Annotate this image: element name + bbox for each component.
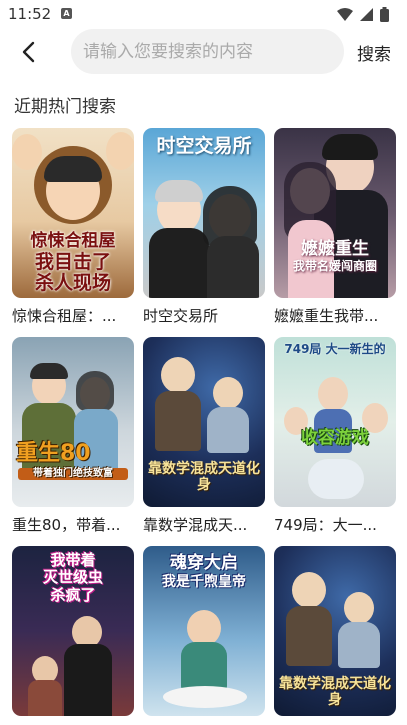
cover-title-line: 重生80 <box>16 441 91 466</box>
section-title: 近期热门搜索 <box>14 97 116 117</box>
book-cover[interactable]: 我带着 灭世级虫 杀疯了 <box>12 546 134 716</box>
book-title[interactable]: 嬷嬷重生我带... <box>274 305 396 326</box>
notification-icon: A <box>61 8 72 19</box>
chevron-left-icon <box>22 41 35 63</box>
book-card[interactable]: 我带着 灭世级虫 杀疯了 <box>12 546 134 723</box>
book-card[interactable]: 重生80 带着独门绝技致富 重生80，带着... <box>12 337 134 535</box>
book-cover[interactable]: 惊悚合租屋 我目击了 杀人现场 <box>12 128 134 298</box>
book-card[interactable]: 嬷嬷重生 我带名媛闯商圈 嬷嬷重生我带... <box>274 128 396 326</box>
signal-icon <box>360 8 373 21</box>
book-card[interactable]: 749局 大一新生的 收容游戏 749局：大一... <box>274 337 396 535</box>
cover-title-line: 我带着 <box>50 551 96 569</box>
book-title[interactable]: 惊悚合租屋：... <box>12 305 134 326</box>
cover-title-line: 我带名媛闯商圈 <box>292 258 377 273</box>
book-card[interactable]: 时空交易所 时空交易所 <box>143 128 265 326</box>
book-cover[interactable]: 749局 大一新生的 收容游戏 <box>274 337 396 507</box>
cover-title-line: 灭世级虫 <box>42 568 103 587</box>
cover-title-line: 杀疯了 <box>50 585 96 604</box>
book-cover[interactable]: 魂穿大启 我是千煦皇帝 <box>143 546 265 716</box>
search-box[interactable] <box>71 29 344 74</box>
wifi-icon <box>337 8 353 21</box>
book-cover[interactable]: 重生80 带着独门绝技致富 <box>12 337 134 507</box>
cover-title-line: 我是千煦皇帝 <box>162 573 246 590</box>
cover-title-line: 我目击了 <box>34 250 111 273</box>
search-header: 搜索 <box>0 28 407 76</box>
back-button[interactable] <box>14 38 42 66</box>
cover-title-line: 魂穿大启 <box>170 553 238 573</box>
book-card[interactable]: 惊悚合租屋 我目击了 杀人现场 惊悚合租屋：... <box>12 128 134 326</box>
cover-title-line: 嬷嬷重生 <box>301 239 369 259</box>
book-title[interactable]: 时空交易所 <box>143 305 265 326</box>
search-input[interactable] <box>71 29 333 74</box>
book-card[interactable]: 靠数学混成天道化身 靠数学混成天... <box>143 337 265 535</box>
search-button[interactable]: 搜索 <box>357 40 391 65</box>
cover-title-line: 749局 大一新生的 <box>284 342 386 356</box>
book-title[interactable]: 749局：大一... <box>274 514 396 535</box>
cover-title-line: 杀人现场 <box>34 272 111 295</box>
book-title[interactable]: 靠数学混成天... <box>143 514 265 535</box>
battery-icon <box>380 7 389 22</box>
book-cover[interactable]: 靠数学混成天道化身 <box>143 337 265 507</box>
cover-title-line: 惊悚合租屋 <box>30 231 116 251</box>
status-bar: 11:52 A <box>0 0 407 28</box>
cover-title-line: 靠数学混成天道化身 <box>148 461 260 494</box>
book-cover[interactable]: 时空交易所 <box>143 128 265 298</box>
status-icons <box>337 7 389 22</box>
cover-title-line: 时空交易所 <box>156 135 252 157</box>
book-title[interactable]: 重生80，带着... <box>12 514 134 535</box>
status-time: 11:52 <box>8 5 52 23</box>
cover-title-line: 收容游戏 <box>301 428 369 448</box>
book-card[interactable]: 魂穿大启 我是千煦皇帝 <box>143 546 265 723</box>
book-card[interactable]: 靠数学混成天道化身 <box>274 546 396 723</box>
cover-title-line: 靠数学混成天道化身 <box>279 676 391 709</box>
cover-title-line: 带着独门绝技致富 <box>18 468 128 480</box>
book-cover[interactable]: 靠数学混成天道化身 <box>274 546 396 716</box>
book-cover[interactable]: 嬷嬷重生 我带名媛闯商圈 <box>274 128 396 298</box>
